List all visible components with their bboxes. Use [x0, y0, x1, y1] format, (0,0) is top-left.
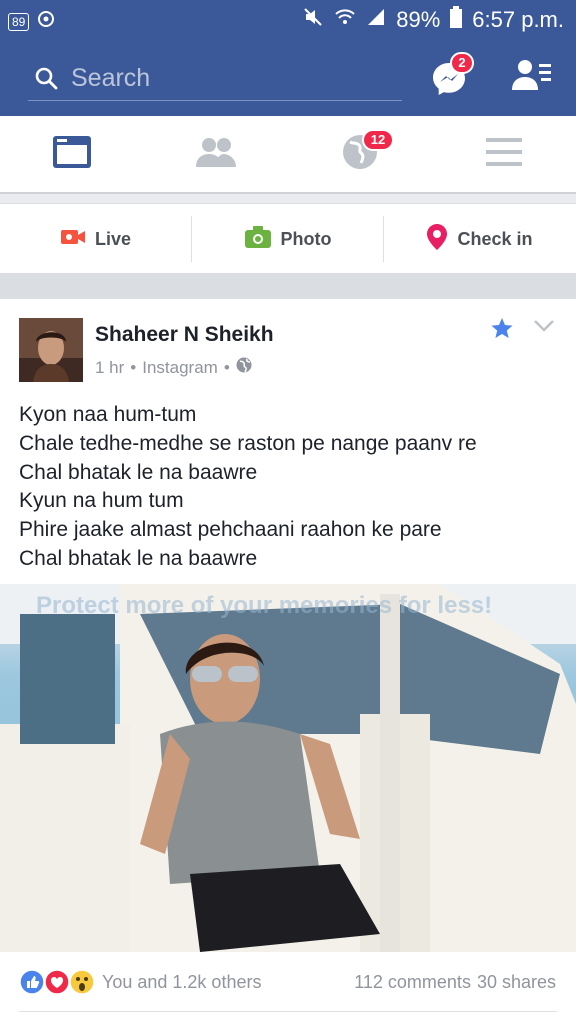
search-field[interactable]: Search: [28, 56, 402, 101]
post-line: Chal bhatak le na baawre: [19, 546, 258, 570]
wow-reaction-icon[interactable]: [69, 969, 95, 1000]
favorite-star-icon[interactable]: [491, 317, 513, 344]
check-in-label: Check in: [457, 228, 533, 249]
video-camera-icon: [60, 228, 85, 251]
clock: 6:57 p.m.: [472, 7, 564, 32]
meta-dot: •: [223, 357, 230, 377]
shares-count[interactable]: 30 shares: [477, 972, 556, 993]
post-line: Phire jaake almast pehchaani raahon ke p…: [19, 518, 442, 542]
app-header: Search 2: [0, 38, 576, 116]
post-line: Kyon naa hum-tum: [19, 403, 197, 426]
wifi-icon: [334, 6, 356, 34]
camera-icon: [244, 225, 271, 253]
avatar[interactable]: [19, 318, 83, 382]
post-line: Kyun na hum tum: [19, 489, 184, 513]
feed-post: Shaheer N Sheikh 1 hr • Instagram • Kyon…: [0, 299, 576, 1024]
search-placeholder: Search: [71, 64, 151, 92]
notifications-badge: 12: [362, 129, 394, 151]
composer-actions: Live Photo Check in: [0, 203, 576, 274]
notification-count-badge: 89: [8, 12, 30, 31]
reactions-summary[interactable]: You and 1.2k others: [102, 972, 261, 993]
photo-button[interactable]: Photo: [192, 204, 384, 274]
comments-count[interactable]: 112 comments: [354, 972, 471, 993]
tab-notifications[interactable]: 12: [288, 116, 432, 192]
engagement-stats: 112 comments 30 shares: [354, 972, 556, 993]
live-button[interactable]: Live: [0, 204, 192, 274]
post-author[interactable]: Shaheer N Sheikh: [95, 323, 274, 347]
menu-icon: [486, 137, 522, 171]
tab-menu[interactable]: [432, 116, 576, 192]
tab-friends[interactable]: [144, 116, 288, 192]
tab-news-feed[interactable]: [0, 116, 144, 192]
messenger-badge: 2: [450, 52, 474, 74]
app-notification-icon: [37, 10, 55, 33]
friends-icon: [196, 137, 236, 172]
feed-separator: [0, 273, 576, 299]
post-line: Chal bhatak le na baawre: [19, 460, 258, 484]
post-text: Kyon naa hum-tum Chale tedhe-medhe se ra…: [19, 401, 477, 574]
photo-watermark-banner: Protect more of your memories for less!: [36, 592, 493, 619]
signal-icon: [366, 7, 386, 33]
post-meta: 1 hr • Instagram •: [95, 357, 252, 378]
mute-icon: [302, 6, 324, 34]
post-options-chevron-icon[interactable]: [533, 319, 555, 338]
post-source[interactable]: Instagram: [142, 358, 218, 378]
love-reaction-icon[interactable]: [44, 969, 70, 1000]
meta-dot: •: [130, 357, 137, 377]
friend-requests-icon: [512, 60, 552, 96]
battery-icon: [450, 6, 463, 34]
location-pin-icon: [427, 223, 448, 255]
live-label: Live: [94, 228, 132, 249]
friend-requests-button[interactable]: [512, 58, 556, 98]
status-bar: 89 89% 6:57 p.m.: [0, 0, 576, 38]
news-feed-icon: [52, 135, 92, 174]
divider: [19, 1011, 557, 1012]
public-globe-icon: [236, 357, 252, 378]
main-nav: 12: [0, 116, 576, 194]
like-reaction-icon[interactable]: [19, 969, 45, 1000]
photo-label: Photo: [280, 228, 332, 249]
reactions-bar: You and 1.2k others 112 comments 30 shar…: [0, 952, 576, 1012]
battery-percent: 89%: [396, 7, 441, 32]
post-line: Chale tedhe-medhe se raston pe nange paa…: [19, 431, 477, 455]
post-photo[interactable]: Protect more of your memories for less!: [0, 584, 576, 952]
post-time[interactable]: 1 hr: [95, 358, 124, 378]
search-icon: [34, 66, 58, 95]
messenger-button[interactable]: 2: [428, 52, 474, 100]
check-in-button[interactable]: Check in: [384, 204, 576, 274]
